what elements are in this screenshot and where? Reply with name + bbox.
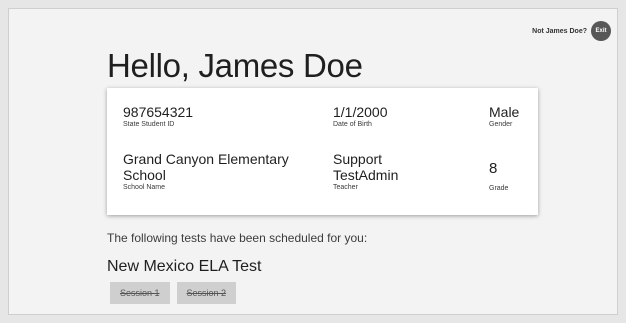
teacher-label: Teacher bbox=[333, 184, 358, 191]
school-value: Grand Canyon Elementary School bbox=[123, 151, 289, 183]
exit-button[interactable]: Exit bbox=[591, 21, 611, 41]
not-user-link[interactable]: Not James Doe? bbox=[532, 28, 587, 35]
student-id-field: 987654321 State Student ID bbox=[123, 104, 193, 128]
session-list: Session 1 Session 2 bbox=[110, 282, 237, 304]
dob-field: 1/1/2000 Date of Birth bbox=[333, 104, 388, 128]
gender-value: Male bbox=[489, 104, 520, 120]
teacher-field: Support TestAdmin Teacher bbox=[333, 151, 433, 191]
dob-label: Date of Birth bbox=[333, 121, 372, 128]
gender-field: Male Gender bbox=[489, 104, 519, 128]
test-name: New Mexico ELA Test bbox=[107, 258, 262, 275]
school-field: Grand Canyon Elementary School School Na… bbox=[123, 151, 313, 191]
greeting-title: Hello, James Doe bbox=[107, 47, 363, 84]
teacher-value: Support TestAdmin bbox=[333, 151, 399, 183]
session-2-button[interactable]: Session 2 bbox=[176, 282, 237, 304]
page-frame: Not James Doe? Exit Hello, James Doe 987… bbox=[8, 8, 618, 315]
grade-value: 8 bbox=[489, 160, 498, 177]
student-info-card: 987654321 State Student ID 1/1/2000 Date… bbox=[107, 88, 538, 215]
student-id-value: 987654321 bbox=[123, 104, 194, 120]
gender-label: Gender bbox=[489, 121, 513, 128]
grade-label: Grade bbox=[489, 185, 509, 192]
account-area: Not James Doe? Exit bbox=[532, 21, 611, 41]
dob-value: 1/1/2000 bbox=[333, 104, 388, 120]
scheduled-tests-text: The following tests have been scheduled … bbox=[107, 231, 368, 245]
student-id-label: State Student ID bbox=[123, 121, 175, 128]
school-label: School Name bbox=[123, 184, 166, 191]
session-1-button[interactable]: Session 1 bbox=[110, 282, 170, 304]
grade-field: 8 Grade bbox=[489, 151, 509, 193]
